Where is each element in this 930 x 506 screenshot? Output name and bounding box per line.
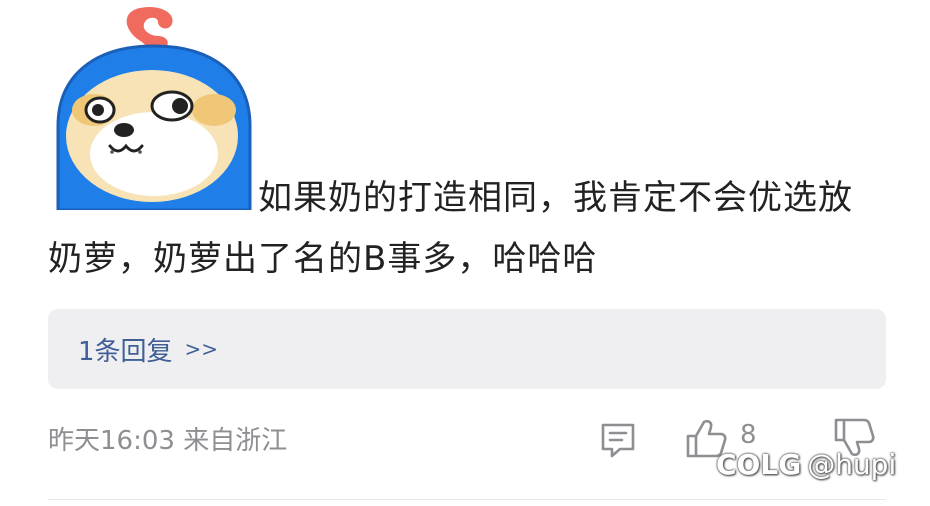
like-count: 8: [740, 420, 757, 450]
reply-arrow: >>: [184, 337, 219, 361]
reply-thread-box[interactable]: 1条回复 >>: [48, 309, 886, 389]
comment-icon[interactable]: [598, 420, 638, 460]
watermark: COLG @hupi: [716, 448, 896, 481]
comment-meta: 昨天16:03 来自浙江: [48, 426, 288, 456]
comment-body: 如果奶的打造相同，我肯定不会优选放奶萝，奶萝出了名的B事多，哈哈哈: [48, 168, 878, 290]
view-replies-link[interactable]: 1条回复: [78, 331, 173, 368]
comment-text: 如果奶的打造相同，我肯定不会优选放奶萝，奶萝出了名的B事多，哈哈哈: [48, 178, 853, 279]
sticker-indent: [48, 208, 258, 209]
watermark-handle: @hupi: [807, 448, 897, 481]
watermark-logo: COLG: [716, 448, 802, 481]
divider: [48, 499, 886, 500]
